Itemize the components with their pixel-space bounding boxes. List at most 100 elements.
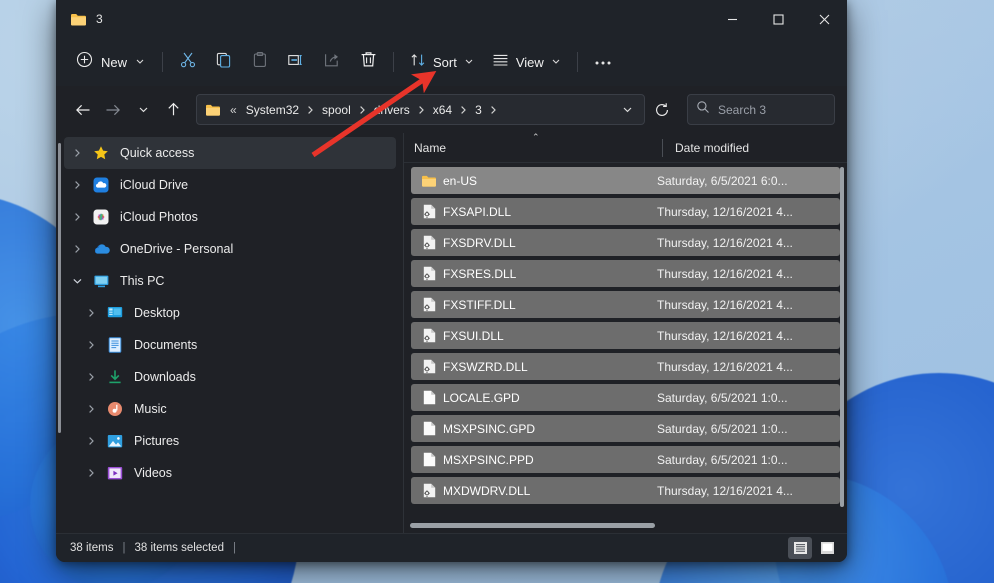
table-row[interactable]: FXSAPI.DLL Thursday, 12/16/2021 4... — [411, 198, 840, 225]
chevron-right-icon[interactable] — [64, 244, 90, 254]
window-title: 3 — [96, 12, 103, 26]
chevron-right-icon[interactable] — [78, 340, 104, 350]
file-name: MSXPSINC.PPD — [443, 453, 657, 467]
desktop-icon — [104, 306, 126, 320]
minimize-button[interactable] — [709, 0, 755, 38]
address-bar[interactable]: « System32 spool drivers x64 3 — [196, 94, 645, 125]
sidebar-item-quick-access[interactable]: Quick access — [64, 137, 396, 169]
breadcrumb-item-system32[interactable]: System32 — [241, 100, 304, 120]
dll-file-icon — [415, 204, 443, 219]
chevron-right-icon[interactable] — [415, 105, 428, 115]
chevron-right-icon[interactable] — [78, 468, 104, 478]
recent-locations-button[interactable] — [128, 95, 158, 125]
sidebar-item-label: OneDrive - Personal — [120, 242, 233, 256]
chevron-down-icon[interactable] — [64, 276, 90, 286]
dll-file-icon — [415, 235, 443, 250]
new-button[interactable]: New — [68, 46, 155, 78]
chevron-right-icon[interactable] — [457, 105, 470, 115]
sidebar-item-icloud-drive[interactable]: iCloud Drive — [64, 169, 396, 201]
see-more-button[interactable] — [585, 46, 621, 78]
status-divider: | — [233, 542, 236, 554]
sidebar-item-label: Music — [134, 402, 167, 416]
sort-button[interactable]: Sort — [401, 46, 483, 78]
breadcrumb-item-3[interactable]: 3 — [470, 100, 487, 120]
chevron-right-icon[interactable] — [64, 148, 90, 158]
sort-ascending-icon: ⌃ — [532, 132, 540, 143]
file-name: LOCALE.GPD — [443, 391, 657, 405]
column-header-name[interactable]: ⌃ Name — [414, 133, 662, 162]
refresh-button[interactable] — [647, 95, 677, 125]
chevron-right-icon[interactable] — [78, 404, 104, 414]
breadcrumb: « System32 spool drivers x64 3 — [205, 100, 614, 120]
table-row[interactable]: FXSUI.DLL Thursday, 12/16/2021 4... — [411, 322, 840, 349]
table-row[interactable]: FXSTIFF.DLL Thursday, 12/16/2021 4... — [411, 291, 840, 318]
close-button[interactable] — [801, 0, 847, 38]
address-dropdown-button[interactable] — [614, 97, 640, 123]
back-button[interactable] — [68, 95, 98, 125]
pictures-icon — [104, 434, 126, 449]
chevron-right-icon[interactable] — [64, 180, 90, 190]
table-row[interactable]: MSXPSINC.PPD Saturday, 6/5/2021 1:0... — [411, 446, 840, 473]
chevron-right-icon[interactable] — [487, 105, 500, 115]
maximize-button[interactable] — [755, 0, 801, 38]
chevron-right-icon[interactable] — [78, 308, 104, 318]
paste-button — [242, 46, 278, 78]
up-button[interactable] — [158, 95, 188, 125]
copy-button[interactable] — [206, 46, 242, 78]
forward-button[interactable] — [98, 95, 128, 125]
generic-file-icon — [415, 390, 443, 405]
title-bar: 3 — [56, 0, 847, 38]
view-button[interactable]: View — [483, 46, 570, 78]
table-row[interactable]: MSXPSINC.GPD Saturday, 6/5/2021 1:0... — [411, 415, 840, 442]
chevron-right-icon[interactable] — [304, 105, 317, 115]
table-row[interactable]: MXDWDRV.DLL Thursday, 12/16/2021 4... — [411, 477, 840, 504]
sidebar-item-onedrive-personal[interactable]: OneDrive - Personal — [64, 233, 396, 265]
breadcrumb-overflow[interactable]: « — [226, 101, 241, 119]
file-list-vertical-scrollbar[interactable] — [840, 167, 844, 507]
toolbar-divider — [577, 52, 578, 72]
file-list-horizontal-scrollbar[interactable] — [410, 523, 833, 528]
file-name: MSXPSINC.GPD — [443, 422, 657, 436]
breadcrumb-item-spool[interactable]: spool — [317, 100, 356, 120]
scrollbar-thumb[interactable] — [410, 523, 655, 528]
details-view-icon[interactable] — [788, 537, 812, 559]
share-icon — [323, 51, 341, 74]
sidebar-item-label: This PC — [120, 274, 164, 288]
column-header-date-modified[interactable]: Date modified — [663, 141, 749, 155]
item-count-label: 38 items — [70, 542, 113, 554]
table-row[interactable]: FXSWZRD.DLL Thursday, 12/16/2021 4... — [411, 353, 840, 380]
chevron-right-icon[interactable] — [64, 212, 90, 222]
table-row[interactable]: FXSRES.DLL Thursday, 12/16/2021 4... — [411, 260, 840, 287]
sidebar-item-music[interactable]: Music — [64, 393, 396, 425]
file-name: FXSUI.DLL — [443, 329, 657, 343]
file-date-modified: Thursday, 12/16/2021 4... — [657, 205, 793, 219]
rename-button[interactable] — [278, 46, 314, 78]
sidebar-item-pictures[interactable]: Pictures — [64, 425, 396, 457]
sidebar-item-icloud-photos[interactable]: iCloud Photos — [64, 201, 396, 233]
breadcrumb-item-x64[interactable]: x64 — [428, 100, 457, 120]
sidebar-item-videos[interactable]: Videos — [64, 457, 396, 489]
large-icons-view-icon[interactable] — [815, 537, 839, 559]
search-box[interactable]: Search 3 — [687, 94, 835, 125]
sidebar-item-documents[interactable]: Documents — [64, 329, 396, 361]
window-controls — [709, 0, 847, 38]
chevron-right-icon[interactable] — [78, 436, 104, 446]
table-row[interactable]: FXSDRV.DLL Thursday, 12/16/2021 4... — [411, 229, 840, 256]
icloud-drive-icon — [90, 177, 112, 193]
sort-arrows-icon — [410, 52, 426, 73]
file-name: FXSAPI.DLL — [443, 205, 657, 219]
delete-button[interactable] — [350, 46, 386, 78]
search-input[interactable]: Search 3 — [718, 103, 766, 117]
dll-file-icon — [415, 328, 443, 343]
table-row[interactable]: en-US Saturday, 6/5/2021 6:0... — [411, 167, 840, 194]
sidebar-item-downloads[interactable]: Downloads — [64, 361, 396, 393]
chevron-right-icon[interactable] — [78, 372, 104, 382]
cut-button[interactable] — [170, 46, 206, 78]
table-row[interactable]: LOCALE.GPD Saturday, 6/5/2021 1:0... — [411, 384, 840, 411]
sidebar-item-this-pc[interactable]: This PC — [64, 265, 396, 297]
navigation-pane-scrollbar[interactable] — [58, 143, 61, 433]
chevron-right-icon[interactable] — [356, 105, 369, 115]
file-date-modified: Saturday, 6/5/2021 1:0... — [657, 453, 788, 467]
breadcrumb-item-drivers[interactable]: drivers — [369, 100, 415, 120]
sidebar-item-desktop[interactable]: Desktop — [64, 297, 396, 329]
